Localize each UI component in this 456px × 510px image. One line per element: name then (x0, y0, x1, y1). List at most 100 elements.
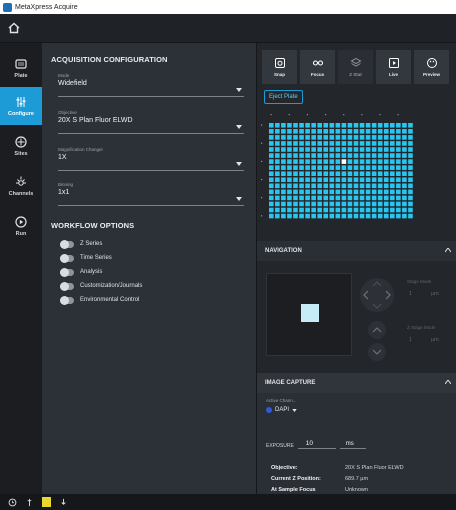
well[interactable] (408, 159, 413, 164)
well[interactable] (353, 213, 359, 219)
well[interactable] (329, 147, 335, 152)
well[interactable] (335, 195, 341, 201)
well[interactable] (359, 147, 365, 152)
well[interactable] (408, 135, 413, 140)
well[interactable] (359, 201, 365, 207)
well[interactable] (269, 207, 274, 213)
well[interactable] (341, 153, 347, 158)
well[interactable] (396, 207, 401, 213)
well[interactable] (390, 141, 395, 146)
well[interactable] (329, 207, 335, 213)
well[interactable] (275, 213, 280, 219)
well[interactable] (293, 147, 298, 152)
well[interactable] (275, 129, 280, 134)
well[interactable] (383, 207, 389, 213)
well[interactable] (317, 153, 322, 158)
well[interactable] (335, 147, 341, 152)
well[interactable] (390, 177, 395, 183)
well[interactable] (299, 195, 304, 201)
well[interactable] (323, 159, 329, 164)
well[interactable] (408, 147, 413, 152)
well[interactable] (323, 195, 329, 201)
well[interactable] (281, 129, 286, 134)
well[interactable] (287, 165, 292, 170)
well[interactable] (335, 129, 341, 134)
well[interactable] (353, 183, 359, 189)
well[interactable] (341, 201, 347, 207)
well[interactable] (359, 141, 365, 146)
well[interactable] (359, 129, 365, 134)
well[interactable] (269, 129, 274, 134)
well[interactable] (408, 183, 413, 189)
well[interactable] (377, 177, 383, 183)
well[interactable] (402, 153, 407, 158)
well[interactable] (365, 189, 371, 195)
well[interactable] (323, 135, 329, 140)
well[interactable] (281, 201, 286, 207)
well[interactable] (335, 159, 341, 164)
well[interactable] (371, 141, 377, 146)
well[interactable] (365, 123, 371, 128)
well[interactable] (317, 177, 322, 183)
focus-button[interactable]: Focus (300, 50, 335, 84)
well[interactable] (287, 123, 292, 128)
well[interactable] (396, 141, 401, 146)
well[interactable] (299, 129, 304, 134)
well[interactable] (329, 171, 335, 176)
well[interactable] (275, 183, 280, 189)
well[interactable] (341, 147, 347, 152)
well[interactable] (408, 201, 413, 207)
well[interactable] (347, 195, 353, 201)
well[interactable] (383, 189, 389, 195)
chevron-up-icon[interactable] (445, 380, 451, 384)
well[interactable] (371, 171, 377, 176)
well[interactable] (365, 213, 371, 219)
well[interactable] (390, 183, 395, 189)
well[interactable] (365, 147, 371, 152)
well[interactable] (371, 189, 377, 195)
well[interactable] (269, 165, 274, 170)
well[interactable] (408, 207, 413, 213)
well[interactable] (281, 135, 286, 140)
toggle-row-analysis[interactable]: Analysis (60, 267, 102, 277)
well[interactable] (377, 153, 383, 158)
well[interactable] (275, 207, 280, 213)
well[interactable] (305, 171, 310, 176)
well[interactable] (275, 165, 280, 170)
well[interactable] (329, 183, 335, 189)
well[interactable] (335, 183, 341, 189)
sidebar-item-plate[interactable]: Plate (0, 49, 42, 87)
well[interactable] (281, 213, 286, 219)
well[interactable] (311, 165, 316, 170)
well[interactable] (311, 129, 316, 134)
well[interactable] (305, 123, 310, 128)
well[interactable] (353, 141, 359, 146)
well[interactable] (377, 213, 383, 219)
toggle-row-time-series[interactable]: Time Series (60, 253, 112, 263)
well[interactable] (347, 165, 353, 170)
well[interactable] (317, 195, 322, 201)
well[interactable] (305, 207, 310, 213)
well[interactable] (371, 165, 377, 170)
well[interactable] (335, 201, 341, 207)
well[interactable] (390, 165, 395, 170)
well[interactable] (281, 165, 286, 170)
well[interactable] (371, 213, 377, 219)
well[interactable] (377, 201, 383, 207)
well[interactable] (299, 153, 304, 158)
well[interactable] (287, 207, 292, 213)
well[interactable] (347, 129, 353, 134)
well[interactable] (377, 183, 383, 189)
well[interactable] (281, 171, 286, 176)
well[interactable] (396, 147, 401, 152)
well[interactable] (299, 147, 304, 152)
well[interactable] (329, 135, 335, 140)
well[interactable] (287, 153, 292, 158)
analysis-toggle[interactable] (60, 267, 74, 277)
well[interactable] (329, 177, 335, 183)
eject-plate-button[interactable]: Eject Plate (264, 90, 303, 104)
well[interactable] (335, 123, 341, 128)
well[interactable] (396, 159, 401, 164)
well[interactable] (269, 177, 274, 183)
well[interactable] (335, 207, 341, 213)
